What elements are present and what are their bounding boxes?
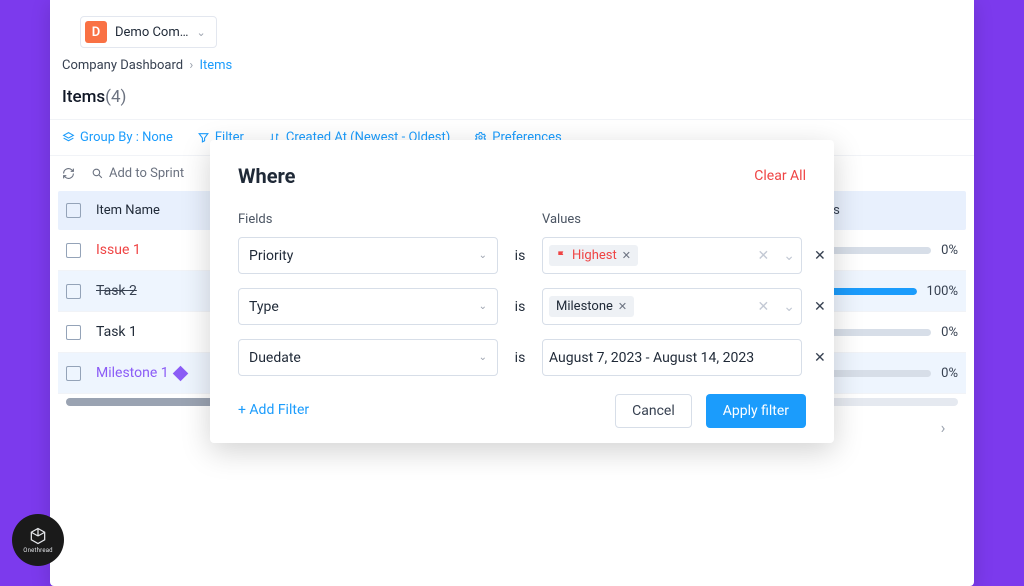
chevron-down-icon: ⌄	[783, 248, 795, 264]
chevron-down-icon: ⌄	[479, 250, 487, 261]
cube-icon	[28, 526, 48, 546]
search-icon	[91, 167, 104, 180]
filter-chip[interactable]: Highest✕	[549, 245, 638, 266]
clear-value-icon[interactable]: ✕	[758, 299, 770, 315]
value-select[interactable]: August 7, 2023 - August 14, 2023	[542, 339, 802, 376]
pager-next[interactable]: ›	[932, 416, 954, 438]
fields-label: Fields	[238, 212, 498, 227]
company-badge: D	[85, 21, 107, 43]
is-label: is	[510, 350, 530, 366]
brand-logo[interactable]: Onethread	[12, 514, 64, 566]
apply-filter-button[interactable]: Apply filter	[706, 394, 806, 428]
value-select[interactable]: Highest✕✕⌄	[542, 237, 802, 274]
breadcrumb-root[interactable]: Company Dashboard	[62, 58, 183, 73]
add-filter-link[interactable]: + Add Filter	[238, 402, 309, 418]
remove-filter-icon[interactable]: ✕	[814, 248, 834, 264]
clear-all-link[interactable]: Clear All	[754, 168, 806, 184]
refresh-button[interactable]	[62, 167, 75, 180]
company-selector[interactable]: D Demo Com… ⌄	[80, 16, 217, 48]
chevron-down-icon: ⌄	[196, 26, 205, 39]
cancel-button[interactable]: Cancel	[615, 394, 692, 428]
add-to-sprint-button[interactable]: Add to Sprint	[91, 166, 184, 181]
flag-icon	[556, 250, 567, 261]
filter-icon	[197, 131, 210, 144]
field-select[interactable]: Duedate⌄	[238, 339, 498, 376]
field-select[interactable]: Type⌄	[238, 288, 498, 325]
row-checkbox[interactable]	[66, 366, 81, 381]
row-checkbox[interactable]	[66, 284, 81, 299]
value-select[interactable]: Milestone✕✕⌄	[542, 288, 802, 325]
topbar: D Demo Com… ⌄	[50, 0, 974, 58]
section-title: Items(4)	[50, 83, 974, 119]
breadcrumb: Company Dashboard › Items	[50, 58, 974, 83]
group-by-button[interactable]: Group By : None	[62, 130, 173, 145]
clear-value-icon[interactable]: ✕	[758, 248, 770, 264]
remove-filter-icon[interactable]: ✕	[814, 299, 834, 315]
layers-icon	[62, 131, 75, 144]
chevron-down-icon: ⌄	[479, 352, 487, 363]
refresh-icon	[62, 167, 75, 180]
row-checkbox[interactable]	[66, 243, 81, 258]
row-checkbox[interactable]	[66, 325, 81, 340]
chip-remove-icon[interactable]: ✕	[622, 249, 631, 262]
chevron-down-icon: ⌄	[479, 301, 487, 312]
remove-filter-icon[interactable]: ✕	[814, 350, 834, 366]
field-select[interactable]: Priority⌄	[238, 237, 498, 274]
modal-title: Where	[238, 164, 295, 188]
is-label: is	[510, 248, 530, 264]
values-label: Values	[542, 212, 802, 227]
breadcrumb-leaf[interactable]: Items	[199, 58, 232, 73]
select-all-checkbox[interactable]	[66, 203, 81, 218]
chevron-down-icon: ⌄	[783, 299, 795, 315]
milestone-icon	[172, 365, 188, 381]
is-label: is	[510, 299, 530, 315]
chip-remove-icon[interactable]: ✕	[618, 300, 627, 313]
filter-chip[interactable]: Milestone✕	[549, 296, 634, 317]
filter-modal: Where Clear All Fields Values Priority⌄ i…	[210, 140, 834, 443]
company-name: Demo Com…	[115, 25, 188, 40]
